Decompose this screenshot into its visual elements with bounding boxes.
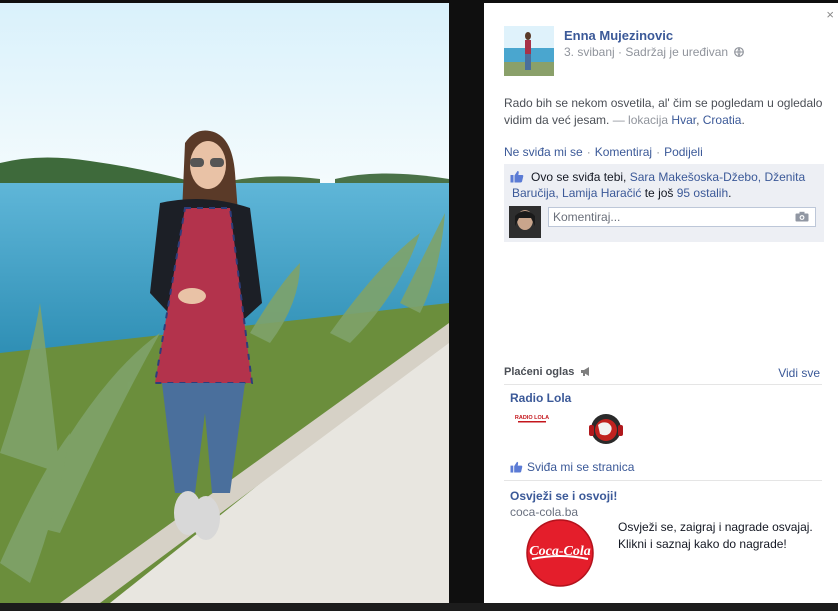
bottom-bar [0, 603, 838, 611]
ads-title: Plaćeni oglas [504, 366, 575, 378]
likes-summary: Ovo se sviđa tebi, Sara Makešoska-Džebo,… [512, 169, 817, 201]
share-button[interactable]: Podijeli [664, 145, 703, 159]
coca-cola-logo[interactable]: Coca-Cola [526, 519, 594, 587]
see-all-link[interactable]: Vidi sve [778, 366, 820, 380]
comment-button[interactable]: Komentiraj [595, 145, 652, 159]
others-link[interactable]: 95 ostalih [677, 186, 728, 200]
location-country-link[interactable]: Croatia [703, 113, 742, 127]
location-separator: , [696, 113, 703, 127]
comment-input[interactable]: Komentiraj... [548, 207, 816, 227]
ad-radio-lola-image[interactable]: RADIO LOLA [510, 407, 630, 451]
thumbs-up-icon [510, 461, 523, 473]
likes-box: Ovo se sviđa tebi, Sara Makešoska-Džebo,… [504, 164, 824, 242]
meta-separator: · [614, 45, 626, 59]
ad-coca-cola-title[interactable]: Osvježi se i osvoji! [510, 489, 617, 503]
ads-header: Plaćeni oglas Vidi sve [504, 364, 822, 385]
author-name[interactable]: Enna Mujezinovic [564, 28, 673, 43]
comment-placeholder: Komentiraj... [553, 210, 621, 224]
radio-lola-logo: RADIO LOLA [515, 415, 549, 421]
commenter-avatar[interactable] [509, 206, 541, 238]
close-icon[interactable]: × [826, 7, 834, 22]
ad-coca-cola-domain: coca-cola.ba [510, 505, 579, 519]
unlike-button[interactable]: Ne sviđa mi se [504, 145, 583, 159]
post-photo[interactable] [0, 3, 449, 603]
camera-icon[interactable] [795, 211, 809, 222]
like-page-label: Sviđa mi se stranica [527, 460, 635, 474]
location-prefix: — lokacija [609, 113, 672, 127]
edited-label: Sadržaj je uređivan [625, 45, 729, 59]
post-meta: 3. svibanj · Sadržaj je uređivan [564, 45, 745, 59]
action-separator: · [586, 145, 591, 159]
ad-radio-lola-title[interactable]: Radio Lola [510, 391, 571, 405]
post-text: Rado bih se nekom osvetila, al' čim se p… [504, 95, 824, 129]
action-separator: · [656, 145, 661, 159]
ad-divider [504, 480, 822, 481]
like-page-button[interactable]: Sviđa mi se stranica [510, 460, 634, 474]
post-sidebar: × Enna Mujezinovic 3. svibanj · Sadržaj … [484, 3, 838, 606]
post-actions: Ne sviđa mi se · Komentiraj · Podijeli [504, 145, 703, 159]
megaphone-icon [581, 367, 589, 376]
likes-prefix: Ovo se sviđa tebi, [531, 170, 630, 184]
ad-coca-cola-description: Osvježi se, zaigraj i nagrade osvajaj. K… [618, 520, 813, 551]
author-avatar[interactable] [504, 26, 554, 76]
location-end: . [741, 113, 745, 127]
post-date[interactable]: 3. svibanj [564, 45, 615, 59]
coca-cola-logo-text: Coca-Cola [529, 544, 590, 559]
likes-middle: te još [641, 186, 677, 200]
globe-icon[interactable] [734, 47, 745, 58]
location-city-link[interactable]: Hvar [671, 113, 696, 127]
likes-end: . [728, 186, 732, 200]
photo-image [0, 3, 449, 603]
